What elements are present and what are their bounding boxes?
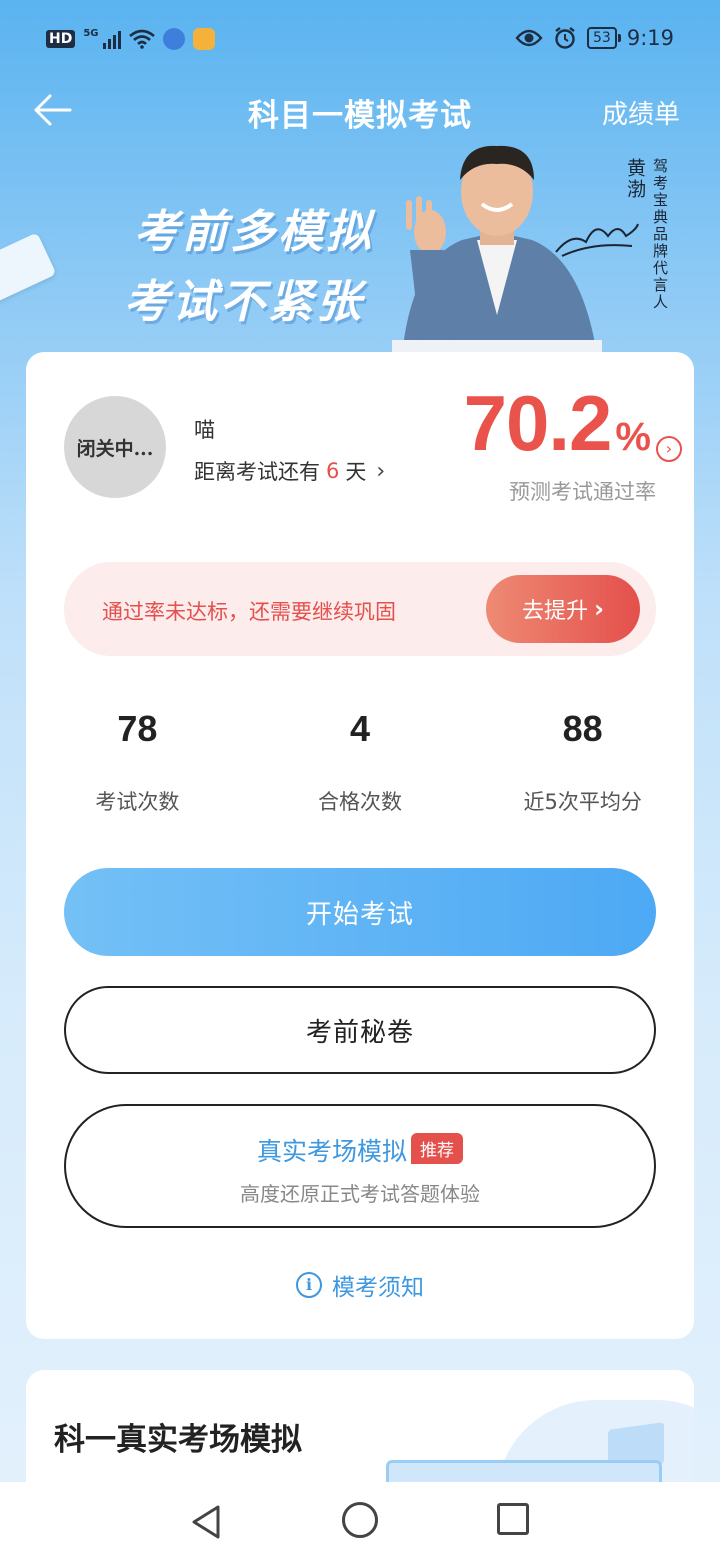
secret-paper-button[interactable]: 考前秘卷 xyxy=(64,986,656,1074)
nav-recents-icon[interactable] xyxy=(497,1503,529,1535)
stat-value: 78 xyxy=(117,708,158,749)
system-nav-bar xyxy=(0,1482,720,1560)
pass-rate-value[interactable]: 70.2% xyxy=(463,379,651,478)
signal-icon xyxy=(102,29,121,49)
hd-icon: HD xyxy=(46,30,76,48)
wifi-icon xyxy=(128,29,155,49)
weibo-app-icon xyxy=(192,28,215,50)
countdown-suffix: 天 xyxy=(345,460,367,484)
endorser-name: 黄渤 xyxy=(624,158,646,200)
pass-rate-unit: % xyxy=(615,415,651,459)
endorser-signature xyxy=(555,223,639,257)
exam-notice-link[interactable]: i 模考须知 xyxy=(26,1268,694,1302)
stat-label: 近5次平均分 xyxy=(523,790,642,814)
username: 喵 xyxy=(194,418,215,442)
banner-slogan-line2: 考试不紧张 xyxy=(124,275,365,328)
status-right: 53 9:19 xyxy=(515,26,674,50)
battery-icon: 53 xyxy=(587,27,621,49)
avatar[interactable]: 闭关中... xyxy=(64,396,166,498)
top-nav: 科目一模拟考试 成绩单 xyxy=(0,82,720,138)
stat-pass-count: 4 合格次数 xyxy=(249,708,472,816)
stat-label: 合格次数 xyxy=(318,790,402,814)
exam-countdown[interactable]: 距离考试还有 6 天 › xyxy=(194,456,385,486)
chevron-right-icon: › xyxy=(376,458,386,484)
stat-value: 4 xyxy=(349,708,371,749)
start-exam-button[interactable]: 开始考试 xyxy=(64,868,656,956)
pass-rate-number: 70.2 xyxy=(463,379,613,467)
status-left: HD 5G xyxy=(46,28,215,50)
score-report-link[interactable]: 成绩单 xyxy=(602,94,680,131)
real-exam-subtitle: 高度还原正式考试答题体验 xyxy=(240,1182,480,1206)
promo-banner[interactable]: 考前多模拟 考试不紧张 黄渤 驾考宝典品牌代言人 xyxy=(0,140,720,355)
countdown-prefix: 距离考试还有 xyxy=(194,460,320,484)
pass-rate-detail-icon[interactable]: › xyxy=(656,436,682,462)
exam-stats: 78 考试次数 4 合格次数 88 近5次平均分 xyxy=(26,708,694,816)
banner-slogan-line1: 考前多模拟 xyxy=(134,205,375,258)
countdown-days: 6 xyxy=(326,459,340,483)
network-type: 5G xyxy=(83,28,99,39)
info-icon: i xyxy=(296,1272,322,1298)
browser-app-icon xyxy=(162,28,185,50)
stat-exam-count: 78 考试次数 xyxy=(26,708,249,816)
recommend-badge: 推荐 xyxy=(411,1133,463,1164)
real-exam-simulation-button[interactable]: 真实考场模拟 推荐 高度还原正式考试答题体验 xyxy=(64,1104,656,1228)
alarm-icon xyxy=(555,27,575,49)
improve-button-label: 去提升 xyxy=(522,599,589,624)
eye-icon xyxy=(515,29,543,47)
clock-time: 9:19 xyxy=(626,26,674,50)
stat-value: 88 xyxy=(562,708,603,749)
nav-back-icon[interactable] xyxy=(186,1502,226,1542)
pass-rate-label: 预测考试通过率 xyxy=(509,480,656,504)
stat-label: 考试次数 xyxy=(95,790,180,814)
improve-button[interactable]: 去提升 › xyxy=(486,575,640,643)
real-exam-title-row: 真实考场模拟 推荐 xyxy=(66,1132,654,1168)
exam-summary-card: 闭关中... 喵 距离考试还有 6 天 › 70.2% › 预测考试通过率 通过… xyxy=(26,352,694,1339)
status-bar: HD 5G 53 9:19 xyxy=(0,0,720,82)
alert-text: 通过率未达标，还需要继续巩固 xyxy=(102,600,396,624)
nav-home-icon[interactable] xyxy=(342,1502,378,1538)
stat-avg-score: 88 近5次平均分 xyxy=(471,708,694,816)
real-exam-title: 真实考场模拟 xyxy=(256,1137,407,1166)
paper-decoration xyxy=(0,232,57,304)
pass-rate-alert: 通过率未达标，还需要继续巩固 去提升 › xyxy=(64,562,656,656)
endorser-role: 驾考宝典品牌代言人 xyxy=(651,158,669,311)
section-title: 科一真实考场模拟 xyxy=(54,1422,302,1458)
chevron-right-icon: › xyxy=(594,595,604,623)
exam-notice-label: 模考须知 xyxy=(332,1275,424,1301)
